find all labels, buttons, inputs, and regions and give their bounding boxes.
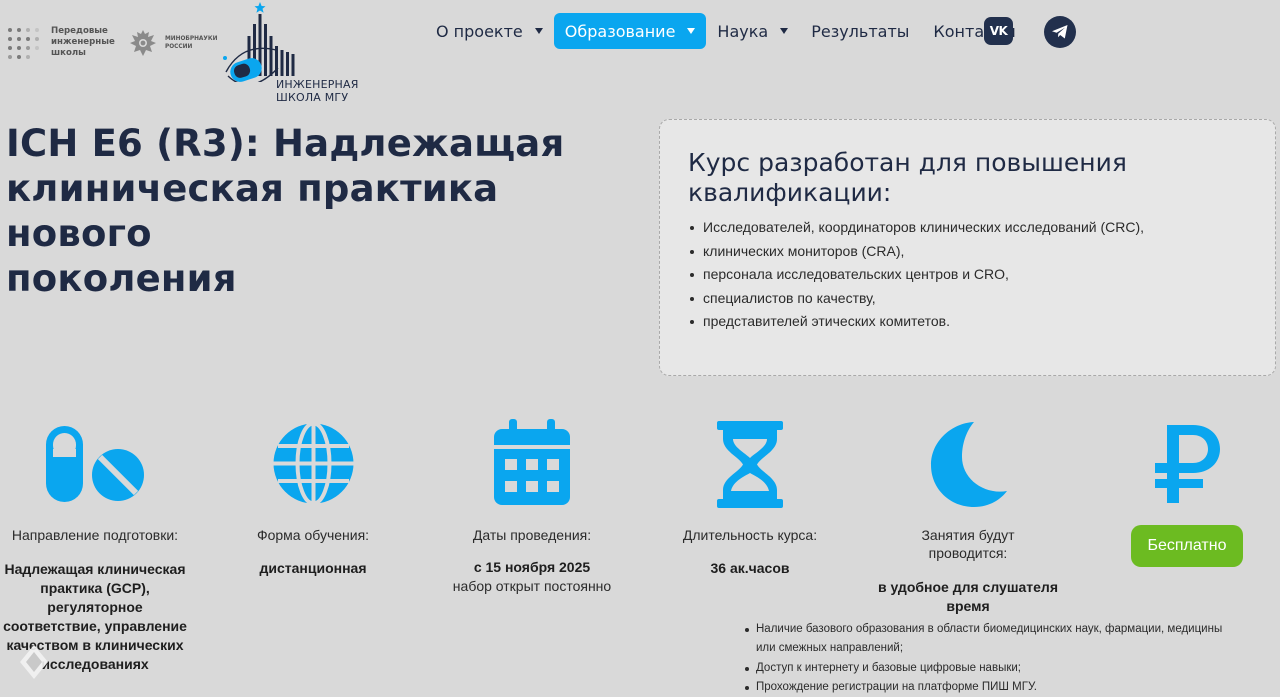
- page-title-line: клиническая практика нового: [6, 167, 499, 255]
- feature-value-line: время: [946, 598, 990, 614]
- feature-value: 36 ак.часов: [710, 560, 790, 576]
- logo-msu-engineering-school[interactable]: ИНЖЕНЕРНАЯ ШКОЛА МГУ: [220, 2, 370, 108]
- list-item: представителей этических комитетов.: [688, 310, 1247, 334]
- logo-pis-line: Передовые: [51, 26, 108, 36]
- vk-text: VK: [989, 24, 1008, 38]
- logo-msu-line: ИНЖЕНЕРНАЯ: [276, 78, 359, 91]
- logo-ministry-line: МИНОБРНАУКИ: [165, 36, 218, 42]
- list-item: Доступ к интернету и базовые цифровые на…: [740, 659, 1260, 678]
- paper-plane-icon: [1052, 25, 1068, 39]
- feature-value: с 15 ноября 2025: [473, 559, 591, 575]
- calendar-icon: [494, 419, 570, 505]
- list-item: Наличие базового образования в области б…: [740, 620, 1260, 639]
- feature-value: в удобное для слушателя время: [870, 578, 1066, 616]
- telegram-icon[interactable]: [1044, 16, 1076, 48]
- caret-down-icon: [687, 28, 696, 34]
- hourglass-icon: [717, 421, 783, 508]
- nav-item-education[interactable]: Образование: [553, 13, 707, 49]
- list-item: персонала исследовательских центров и CR…: [688, 263, 1247, 287]
- feature-label: Форма обучения:: [256, 527, 370, 543]
- feature-value-line: соответствие, управление: [3, 618, 187, 634]
- caret-down-icon: [780, 28, 789, 34]
- site-header: Передовые инженерные школы МИНОБРНАУКИ Р…: [0, 0, 1280, 110]
- vk-icon[interactable]: VK: [984, 17, 1013, 45]
- requirements-list: Наличие базового образования в области б…: [740, 620, 1260, 697]
- page-title: ICH E6 (R3): Надлежащая клиническая прак…: [6, 121, 646, 301]
- feature-form: Форма обучения: дистанционная: [230, 526, 396, 578]
- audience-list: Исследователей, координаторов клинически…: [688, 216, 1247, 334]
- list-item: клинических мониторов (CRA),: [688, 240, 1247, 264]
- eagle-emblem-icon: [130, 30, 156, 56]
- logo-advanced-engineering-schools[interactable]: Передовые инженерные школы: [8, 26, 115, 59]
- feature-value-line: регуляторное: [47, 599, 143, 615]
- feature-value-line: в удобное для слушателя: [878, 579, 1058, 595]
- feature-subtext: набор открыт постоянно: [452, 578, 612, 594]
- sparkle-watermark-icon: [20, 645, 48, 679]
- logo-ministry-line: РОССИИ: [165, 44, 193, 50]
- feature-schedule: Занятия будут проводится: в удобное для …: [870, 526, 1066, 616]
- ruble-icon: [1155, 425, 1220, 503]
- logo-msu-line: ШКОЛА МГУ: [276, 91, 349, 104]
- nav-item-results[interactable]: Результаты: [799, 13, 921, 49]
- nav-label: О проекте: [436, 21, 523, 41]
- nav-item-about[interactable]: О проекте: [425, 13, 554, 49]
- feature-label: Длительность курса:: [682, 527, 818, 543]
- feature-duration: Длительность курса: 36 ак.часов: [670, 526, 830, 578]
- list-item: Прохождение регистрации на платформе ПИШ…: [740, 678, 1260, 697]
- logo-pis-line: школы: [51, 48, 86, 58]
- nav-item-science[interactable]: Наука: [706, 13, 799, 49]
- feature-label-line: Занятия будут: [921, 527, 1015, 543]
- audience-heading: Курс разработан для повышения квалификац…: [688, 148, 1247, 208]
- nav-label: Наука: [717, 21, 769, 41]
- nav-label: Результаты: [811, 21, 910, 41]
- dots-logo-icon: [8, 27, 40, 59]
- feature-value-line: практика (GCP),: [40, 580, 150, 596]
- list-item: Исследователей, координаторов клинически…: [688, 216, 1247, 240]
- feature-label: Даты проведения:: [472, 527, 592, 543]
- main-nav: О проекте Образование Наука Результаты К…: [425, 13, 1028, 49]
- pills-icon: [46, 426, 144, 502]
- list-item: специалистов по качеству,: [688, 287, 1247, 311]
- list-item: или смежных направлений;: [756, 642, 904, 655]
- audience-heading-line: квалификации:: [688, 178, 892, 207]
- feature-label: Направление подготовки:: [11, 527, 179, 543]
- feature-dates: Даты проведения: с 15 ноября 2025 набор …: [440, 526, 624, 596]
- feature-label-line: проводится:: [928, 545, 1008, 561]
- nav-label: Образование: [564, 21, 676, 41]
- globe-icon: [273, 421, 354, 506]
- page-title-line: поколения: [6, 257, 237, 300]
- target-audience-card: Курс разработан для повышения квалификац…: [659, 119, 1276, 376]
- logo-ministry[interactable]: МИНОБРНАУКИ РОССИИ: [127, 26, 217, 60]
- logo-pis-line: инженерные: [51, 37, 115, 47]
- feature-label: Занятия будут проводится:: [870, 526, 1066, 562]
- caret-down-icon: [534, 28, 543, 34]
- audience-heading-line: Курс разработан для повышения: [688, 148, 1127, 177]
- msu-tower-logo-icon: [223, 2, 295, 82]
- page-title-line: ICH E6 (R3): Надлежащая: [6, 122, 565, 165]
- feature-value-line: Надлежащая клиническая: [4, 561, 186, 577]
- free-price-button[interactable]: Бесплатно: [1131, 525, 1243, 567]
- moon-icon: [931, 422, 1007, 507]
- feature-value: дистанционная: [259, 560, 367, 576]
